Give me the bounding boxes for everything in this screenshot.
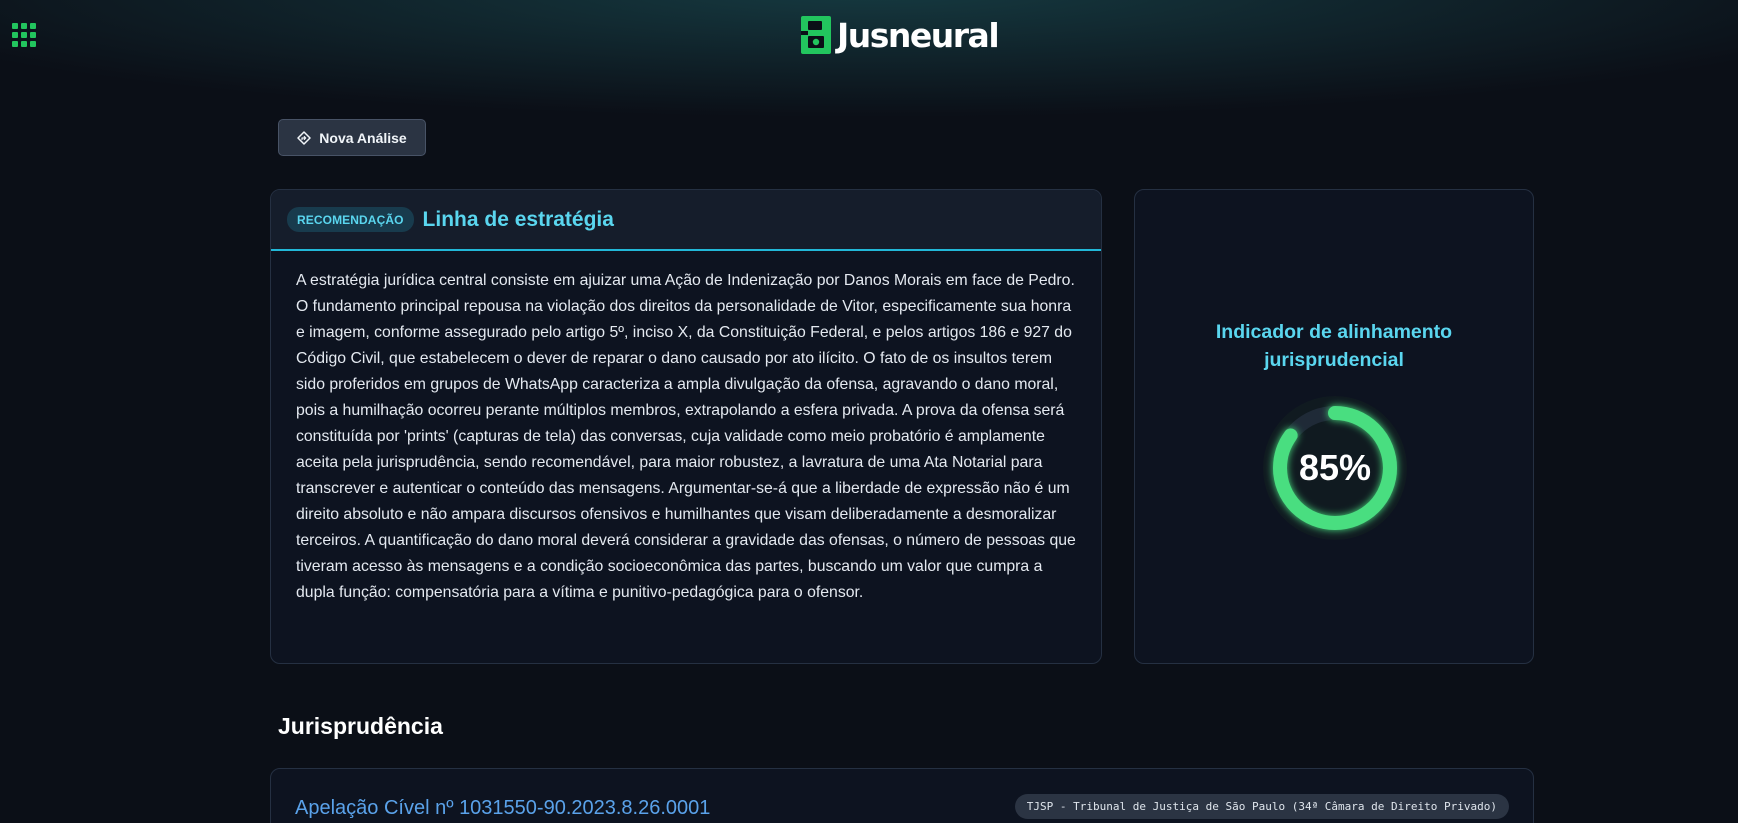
indicator-title: Indicador de alinhamento jurisprudencial <box>1215 321 1453 371</box>
jusneural-logo-icon <box>801 16 831 54</box>
new-analysis-label: Nova Análise <box>319 129 407 146</box>
new-analysis-button[interactable]: Nova Análise <box>278 119 426 156</box>
court-badge: TJSP - Tribunal de Justiça de São Paulo … <box>1014 794 1509 819</box>
case-title-link[interactable]: Apelação Cível nº 1031550-90.2023.8.26.0… <box>295 797 710 820</box>
grid-icon[interactable] <box>12 23 36 47</box>
alignment-indicator-card: Indicador de alinhamento jurisprudencial… <box>1134 189 1534 664</box>
brand-logo[interactable]: Jusneural <box>801 15 1000 55</box>
strategy-card: RECOMENDAÇÃO Linha de estratégia A estra… <box>270 189 1102 664</box>
strategy-header: RECOMENDAÇÃO Linha de estratégia <box>271 190 1101 251</box>
case-card[interactable]: Apelação Cível nº 1031550-90.2023.8.26.0… <box>270 768 1534 823</box>
page: Jusneural Nova Análise RECOMENDAÇÃO Linh… <box>0 0 1738 823</box>
diamond-arrow-icon <box>297 130 312 145</box>
recommendation-badge: RECOMENDAÇÃO <box>287 207 414 232</box>
strategy-text: A estratégia jurídica central consiste e… <box>296 272 1076 601</box>
brand-name: Jusneural <box>837 15 1000 55</box>
jurisprudence-heading: Jurisprudência <box>278 713 443 739</box>
gauge-value: 85% <box>1298 447 1372 488</box>
alignment-gauge: 85% <box>1260 393 1410 543</box>
strategy-title: Linha de estratégia <box>422 207 614 231</box>
